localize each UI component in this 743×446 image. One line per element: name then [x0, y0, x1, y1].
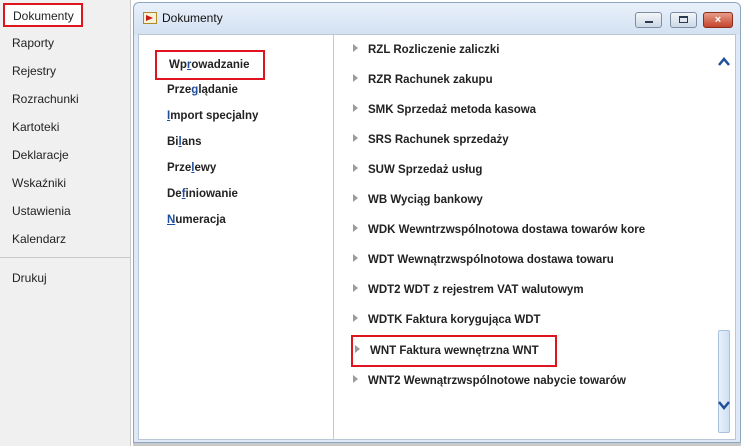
document-label: SUW Sprzedaż usług [368, 164, 483, 176]
window-titlebar[interactable]: Dokumenty × [134, 3, 740, 35]
documents-window-icon [143, 12, 157, 24]
document-item[interactable]: WDT2 WDT z rejestrem VAT walutowym [353, 280, 584, 300]
nav-item-raporty[interactable]: Raporty [0, 30, 130, 56]
submenu-item-przelewy[interactable]: Przelewy [167, 158, 216, 178]
expand-arrow-icon [353, 314, 358, 322]
expand-arrow-icon [353, 74, 358, 82]
submenu-item-przegladanie[interactable]: Przeglądanie [167, 80, 238, 100]
documents-window: Dokumenty × Wprowadzanie Przeglądanie Im… [133, 2, 741, 443]
document-label: SMK Sprzedaż metoda kasowa [368, 104, 537, 116]
scroll-thumb[interactable] [718, 330, 730, 433]
expand-arrow-icon [353, 375, 358, 383]
document-item[interactable]: WDTK Faktura korygująca WDT [353, 310, 541, 330]
nav-item-wskazniki[interactable]: Wskaźniki [0, 170, 130, 196]
document-item[interactable]: SUW Sprzedaż usług [353, 160, 482, 180]
nav-item-drukuj[interactable]: Drukuj [0, 265, 130, 291]
document-label: WDT2 WDT z rejestrem VAT walutowym [368, 284, 584, 296]
expand-arrow-icon [355, 345, 360, 353]
minimize-button[interactable] [635, 12, 662, 28]
document-label: WB Wyciąg bankowy [368, 194, 483, 206]
maximize-button[interactable] [670, 12, 697, 28]
document-item[interactable]: WDK Wewntrzwspólnotowa dostawa towarów k… [353, 220, 645, 240]
panel-divider [333, 35, 334, 439]
vertical-scrollbar[interactable] [713, 35, 735, 439]
maximize-icon [671, 13, 696, 27]
document-label: WDT Wewnątrzwspólnotowa dostawa towaru [368, 254, 614, 266]
document-label: SRS Rachunek sprzedaży [368, 134, 509, 146]
document-label: RZL Rozliczenie zaliczki [368, 44, 500, 56]
nav-item-ustawienia[interactable]: Ustawienia [0, 198, 130, 224]
document-label: WNT Faktura wewnętrzna WNT [370, 345, 539, 357]
expand-arrow-icon [353, 104, 358, 112]
document-item[interactable]: RZR Rachunek zakupu [353, 70, 493, 90]
minimize-icon [636, 13, 661, 27]
document-item[interactable]: RZL Rozliczenie zaliczki [353, 40, 499, 60]
window-title: Dokumenty [162, 11, 223, 25]
document-item[interactable]: WNT2 Wewnątrzwspólnotowe nabycie towarów [353, 371, 626, 391]
document-item[interactable]: WB Wyciąg bankowy [353, 190, 483, 210]
nav-item-deklaracje[interactable]: Deklaracje [0, 142, 130, 168]
submenu-item-bilans[interactable]: Bilans [167, 132, 202, 152]
document-item[interactable]: SRS Rachunek sprzedaży [353, 130, 509, 150]
window-content: Wprowadzanie Przeglądanie Import specjal… [138, 34, 736, 440]
nav-divider [0, 257, 130, 258]
chevron-up-icon [718, 57, 730, 66]
expand-arrow-icon [353, 224, 358, 232]
document-label: WDK Wewntrzwspólnotowa dostawa towarów k… [368, 224, 646, 236]
submenu-item-import-specjalny[interactable]: Import specjalny [167, 106, 258, 126]
expand-arrow-icon [353, 164, 358, 172]
nav-item-rejestry[interactable]: Rejestry [0, 58, 130, 84]
document-label: RZR Rachunek zakupu [368, 74, 493, 86]
expand-arrow-icon [353, 194, 358, 202]
document-label: WNT2 Wewnątrzwspólnotowe nabycie towarów [368, 375, 626, 387]
scroll-up-button[interactable] [718, 55, 730, 69]
expand-arrow-icon [353, 134, 358, 142]
close-icon: × [714, 14, 722, 26]
document-label: WDTK Faktura korygująca WDT [368, 314, 541, 326]
close-button[interactable]: × [703, 12, 733, 28]
expand-arrow-icon [353, 284, 358, 292]
document-item[interactable]: WDT Wewnątrzwspólnotowa dostawa towaru [353, 250, 614, 270]
submenu-item-wprowadzanie[interactable]: Wprowadzanie [155, 50, 265, 80]
nav-item-kalendarz[interactable]: Kalendarz [0, 226, 130, 252]
nav-item-dokumenty[interactable]: Dokumenty [3, 3, 83, 27]
scroll-down-button[interactable] [718, 398, 730, 412]
submenu-item-definiowanie[interactable]: Definiowanie [167, 184, 238, 204]
nav-item-kartoteki[interactable]: Kartoteki [0, 114, 130, 140]
chevron-down-icon [718, 401, 730, 410]
expand-arrow-icon [353, 44, 358, 52]
nav-item-rozrachunki[interactable]: Rozrachunki [0, 86, 130, 112]
document-item-highlighted[interactable]: WNT Faktura wewnętrzna WNT [351, 335, 557, 367]
document-item[interactable]: SMK Sprzedaż metoda kasowa [353, 100, 536, 120]
expand-arrow-icon [353, 254, 358, 262]
submenu-item-numeracja[interactable]: Numeracja [167, 210, 226, 230]
left-navigation: Dokumenty Raporty Rejestry Rozrachunki K… [0, 0, 131, 446]
